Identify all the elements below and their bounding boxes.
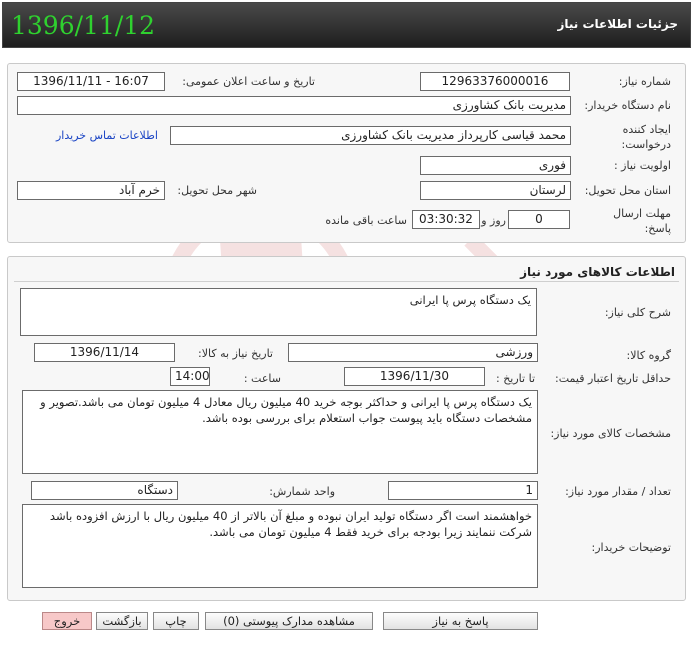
buyer-notes-label: توضیحات خریدار: (591, 541, 672, 554)
window-header: جزئیات اطلاعات نیاز 1396/11/12 (2, 2, 691, 48)
announce-date-field: 1396/11/11 - 16:07 (17, 72, 165, 91)
validity-date-field: 1396/11/30 (344, 367, 485, 386)
header-date: 1396/11/12 (11, 11, 156, 40)
price-validity-label: حداقل تاریخ اعتبار قیمت: (555, 372, 671, 385)
goods-group-label: گروه کالا: (626, 349, 671, 362)
buyer-org-label: نام دستگاه خریدار: (584, 99, 671, 112)
exit-button[interactable]: خروج (42, 612, 92, 630)
validity-time-field: 14:00 (170, 367, 210, 386)
priority-field: فوری (420, 156, 571, 175)
buyer-org-field: مدیریت بانک کشاورزی (17, 96, 571, 115)
specs-field: یک دستگاه پرس پا ایرانی و حداکثر بوجه خر… (22, 390, 538, 474)
need-number-field: 12963376000016 (420, 72, 570, 91)
deadline-time-field: 03:30:32 (412, 210, 480, 229)
validity-time-label: ساعت : (243, 372, 281, 385)
province-field: لرستان (420, 181, 571, 200)
unit-field: دستگاه (31, 481, 178, 500)
respond-button[interactable]: پاسخ به نیاز (383, 612, 538, 630)
print-button[interactable]: چاپ (153, 612, 199, 630)
announce-date-label: تاریخ و ساعت اعلان عمومی: (182, 75, 315, 88)
quantity-field: 1 (388, 481, 538, 500)
goods-section-title: اطلاعات کالاهای مورد نیاز (520, 265, 675, 279)
quantity-label: تعداد / مقدار مورد نیاز: (565, 485, 671, 498)
priority-label: اولویت نیاز : (613, 159, 671, 172)
days-label: روز و (481, 214, 506, 227)
need-date-label: تاریخ نیاز به کالا: (198, 347, 273, 360)
need-number-label: شماره نیاز: (618, 75, 671, 88)
city-field: خرم آباد (17, 181, 165, 200)
until-date-label: تا تاریخ : (496, 372, 535, 385)
general-desc-field: یک دستگاه پرس پا ایرانی (20, 288, 537, 336)
need-date-field: 1396/11/14 (34, 343, 175, 362)
buyer-contact-link[interactable]: اطلاعات تماس خریدار (56, 129, 158, 142)
back-button[interactable]: بازگشت (96, 612, 148, 630)
province-label: استان محل تحویل: (584, 184, 671, 197)
creator-label: ایجاد کننده درخواست: (621, 123, 671, 151)
deadline-label: مهلت ارسال پاسخ: (613, 207, 671, 235)
quantity-value: 1 (525, 483, 533, 497)
section-divider (14, 281, 679, 282)
deadline-days-field: 0 (508, 210, 570, 229)
attachments-button[interactable]: مشاهده مدارک پیوستی (0) (205, 612, 373, 630)
remaining-label: ساعت باقی مانده (325, 214, 407, 227)
general-desc-label: شرح کلی نیاز: (604, 306, 671, 319)
buyer-notes-field: خواهشمند است اگر دستگاه تولید ایران نبود… (22, 504, 538, 588)
page-title: جزئیات اطلاعات نیاز (557, 17, 678, 31)
creator-field: محمد قیاسی کارپرداز مدیریت بانک کشاورزی (170, 126, 571, 145)
unit-label: واحد شمارش: (269, 485, 335, 498)
goods-group-field: ورزشی (288, 343, 538, 362)
specs-label: مشخصات کالای مورد نیاز: (550, 427, 671, 440)
city-label: شهر محل تحویل: (177, 184, 257, 197)
